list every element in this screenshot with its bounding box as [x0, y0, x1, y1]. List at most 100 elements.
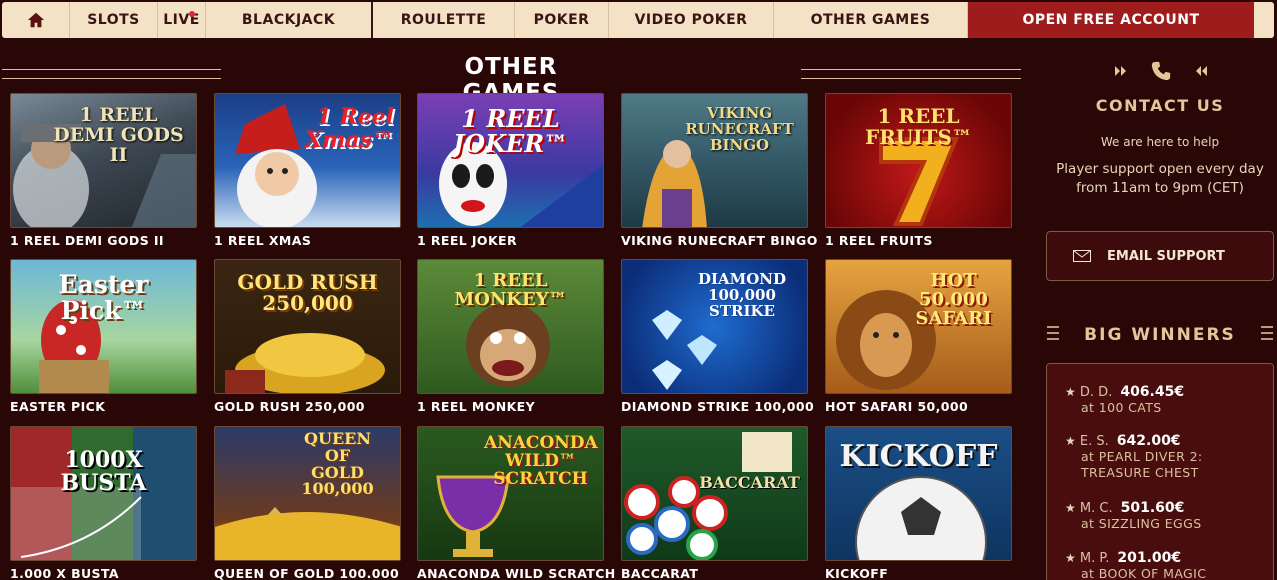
- winner-item: ★ M. C. 501.60€ at SIZZLING EGGS: [1065, 500, 1202, 532]
- nav-roulette[interactable]: ROULETTE: [373, 2, 515, 38]
- nav-poker[interactable]: POKER: [515, 2, 609, 38]
- game-tile[interactable]: 1 REEL MONKEY™ 1 REEL MONKEY: [417, 259, 604, 414]
- game-caption[interactable]: 1 REEL MONKEY: [417, 399, 604, 414]
- winner-name: D. D.: [1079, 385, 1113, 400]
- game-art-title: 1000X BUSTA: [60, 447, 147, 497]
- game-thumbnail[interactable]: BACCARAT: [621, 426, 808, 561]
- game-caption[interactable]: DIAMOND STRIKE 100,000: [621, 399, 814, 414]
- winner-item: ★ M. P. 201.00€ at BOOK OF MAGIC: [1065, 550, 1206, 580]
- nav-live[interactable]: LIVE: [158, 2, 206, 38]
- game-tile[interactable]: 1 Reel Xmas™ 1 REEL XMAS: [214, 93, 401, 248]
- game-tile[interactable]: QUEEN OF GOLD 100,000 QUEEN OF GOLD 100.…: [214, 426, 401, 580]
- game-art-title: DIAMOND 100,000 STRIKE: [697, 270, 787, 320]
- star-icon: ★: [1065, 551, 1076, 565]
- winner-item: ★ D. D. 406.45€ at 100 CATS: [1065, 384, 1184, 416]
- winner-amount: 406.45€: [1120, 384, 1185, 400]
- game-art-title: VIKING RUNECRAFT BINGO: [685, 104, 794, 154]
- winner-name: E. S.: [1079, 434, 1109, 449]
- nav-blackjack[interactable]: BLACKJACK: [206, 2, 373, 38]
- game-caption[interactable]: EASTER PICK: [10, 399, 197, 414]
- game-tile[interactable]: VIKING RUNECRAFT BINGO VIKING RUNECRAFT …: [621, 93, 817, 248]
- game-caption[interactable]: 1.000 X BUSTA: [10, 566, 197, 580]
- game-tile[interactable]: Easter Pick™ EASTER PICK: [10, 259, 197, 414]
- game-thumbnail[interactable]: 1000X BUSTA: [10, 426, 197, 561]
- game-art-title: 1 Reel Xmas™: [305, 104, 394, 154]
- game-tile[interactable]: DIAMOND 100,000 STRIKE DIAMOND STRIKE 10…: [621, 259, 814, 414]
- game-thumbnail[interactable]: 1 REEL JOKER™: [417, 93, 604, 228]
- email-support-button[interactable]: EMAIL SUPPORT: [1046, 231, 1274, 281]
- star-icon: ★: [1065, 385, 1076, 399]
- game-thumbnail[interactable]: KICKOFF: [825, 426, 1012, 561]
- game-tile[interactable]: 1 REEL JOKER™ 1 REEL JOKER: [417, 93, 604, 248]
- nav-home[interactable]: [2, 2, 70, 38]
- game-tile[interactable]: HOT 50.000 SAFARI HOT SAFARI 50,000: [825, 259, 1012, 414]
- contact-hours-text: Player support open every day from 11am …: [1056, 161, 1264, 196]
- game-thumbnail[interactable]: DIAMOND 100,000 STRIKE: [621, 259, 808, 394]
- game-art-title: 1 REEL FRUITS™: [865, 104, 972, 149]
- game-tile[interactable]: ANACONDA WILD™ SCRATCH ANACONDA WILD SCR…: [417, 426, 615, 580]
- envelope-icon: [1073, 250, 1091, 262]
- winner-item: ★ E. S. 642.00€ at PEARL DIVER 2: TREASUR…: [1065, 433, 1265, 481]
- nav-other-games[interactable]: OTHER GAMES: [774, 2, 968, 38]
- nav-slots[interactable]: SLOTS: [70, 2, 158, 38]
- star-icon: ★: [1065, 434, 1076, 448]
- game-thumbnail[interactable]: 1 Reel Xmas™: [214, 93, 401, 228]
- game-tile[interactable]: 1000X BUSTA 1.000 X BUSTA: [10, 426, 197, 580]
- chevrons-left-icon: [1196, 66, 1207, 76]
- home-icon: [27, 12, 44, 28]
- game-thumbnail[interactable]: 1 REEL DEMI GODS II: [10, 93, 197, 228]
- winner-game[interactable]: at BOOK OF MAGIC: [1065, 566, 1206, 580]
- winner-game[interactable]: at SIZZLING EGGS: [1065, 516, 1202, 532]
- game-caption[interactable]: GOLD RUSH 250,000: [214, 399, 401, 414]
- winner-name: M. P.: [1079, 551, 1110, 566]
- game-tile[interactable]: BACCARAT BACCARAT: [621, 426, 808, 580]
- open-account-button[interactable]: OPEN FREE ACCOUNT: [968, 2, 1254, 38]
- divider-left-top: [2, 69, 221, 70]
- game-caption[interactable]: KICKOFF: [825, 566, 1012, 580]
- main-nav: SLOTS LIVE BLACKJACK ROULETTE POKER VIDE…: [2, 2, 1274, 38]
- game-caption[interactable]: BACCARAT: [621, 566, 808, 580]
- game-caption[interactable]: 1 REEL JOKER: [417, 233, 604, 248]
- game-thumbnail[interactable]: Easter Pick™: [10, 259, 197, 394]
- phone-icon[interactable]: [1150, 60, 1172, 82]
- contact-icons: [1114, 60, 1208, 82]
- game-art-title: BACCARAT: [699, 473, 800, 492]
- winner-game[interactable]: at 100 CATS: [1065, 400, 1184, 416]
- winner-amount: 501.60€: [1120, 500, 1185, 516]
- game-thumbnail[interactable]: VIKING RUNECRAFT BINGO: [621, 93, 808, 228]
- game-caption[interactable]: 1 REEL DEMI GODS II: [10, 233, 197, 248]
- game-art-title: HOT 50.000 SAFARI: [915, 270, 992, 329]
- game-art-title: GOLD RUSH 250,000: [237, 270, 378, 315]
- game-art-title: 1 REEL MONKEY™: [454, 270, 567, 310]
- nav-video-poker[interactable]: VIDEO POKER: [609, 2, 774, 38]
- game-tile[interactable]: KICKOFF KICKOFF: [825, 426, 1012, 580]
- game-art-title: ANACONDA WILD™ SCRATCH: [484, 433, 598, 489]
- contact-help-text: We are here to help: [1100, 135, 1220, 149]
- winner-game[interactable]: at PEARL DIVER 2: TREASURE CHEST: [1065, 449, 1265, 481]
- game-caption[interactable]: QUEEN OF GOLD 100.000: [214, 566, 401, 580]
- game-thumbnail[interactable]: 1 REEL MONKEY™: [417, 259, 604, 394]
- game-caption[interactable]: ANACONDA WILD SCRATCH: [417, 566, 615, 580]
- star-icon: ★: [1065, 501, 1076, 515]
- chevrons-right-icon: [1115, 66, 1126, 76]
- divider-right-bottom: [801, 78, 1021, 79]
- divider-right-top: [801, 69, 1021, 70]
- game-thumbnail[interactable]: 1 REEL FRUITS™: [825, 93, 1012, 228]
- game-tile[interactable]: 1 REEL FRUITS™ 1 REEL FRUITS: [825, 93, 1012, 248]
- game-caption[interactable]: 1 REEL XMAS: [214, 233, 401, 248]
- game-tile[interactable]: 1 REEL DEMI GODS II 1 REEL DEMI GODS II: [10, 93, 197, 248]
- winner-name: M. C.: [1079, 501, 1113, 516]
- live-indicator: [189, 11, 195, 17]
- game-thumbnail[interactable]: GOLD RUSH 250,000: [214, 259, 401, 394]
- game-art-title: QUEEN OF GOLD 100,000: [301, 429, 374, 499]
- game-thumbnail[interactable]: ANACONDA WILD™ SCRATCH: [417, 426, 604, 561]
- game-thumbnail[interactable]: QUEEN OF GOLD 100,000: [214, 426, 401, 561]
- winner-amount: 642.00€: [1116, 433, 1181, 449]
- game-tile[interactable]: GOLD RUSH 250,000 GOLD RUSH 250,000: [214, 259, 401, 414]
- game-thumbnail[interactable]: HOT 50.000 SAFARI: [825, 259, 1012, 394]
- winner-amount: 201.00€: [1117, 550, 1182, 566]
- game-caption[interactable]: 1 REEL FRUITS: [825, 233, 1012, 248]
- game-caption[interactable]: HOT SAFARI 50,000: [825, 399, 1012, 414]
- contact-title: CONTACT US: [1095, 96, 1225, 115]
- game-caption[interactable]: VIKING RUNECRAFT BINGO: [621, 233, 817, 248]
